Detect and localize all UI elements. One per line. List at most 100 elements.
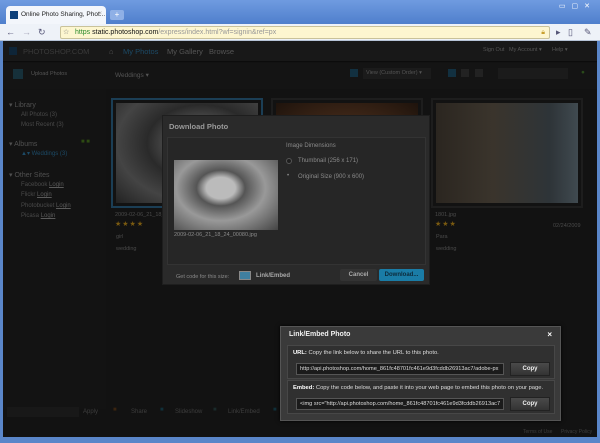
link-embed-icon bbox=[239, 271, 251, 280]
site-photobucket: Photobucket Login bbox=[21, 203, 71, 209]
other-sites-label: Other Sites bbox=[14, 172, 50, 179]
close-icon[interactable]: × bbox=[547, 330, 552, 339]
other-sites-header[interactable]: ▾ Other Sites bbox=[9, 171, 49, 179]
nav-browse[interactable]: Browse bbox=[209, 47, 234, 56]
upload-photos-button[interactable]: Upload Photos bbox=[31, 71, 67, 77]
address-bar[interactable]: ☆ https static.photoshop.com/express/inde… bbox=[60, 26, 550, 39]
photo-tag: wedding bbox=[436, 246, 457, 252]
back-icon[interactable]: ← bbox=[6, 27, 15, 38]
sidebar-most-recent[interactable]: Most Recent (3) bbox=[21, 122, 64, 128]
library-header[interactable]: ▾ Library bbox=[9, 101, 36, 109]
terms-link[interactable]: Terms of Use bbox=[523, 429, 552, 435]
sidebar-album-weddings[interactable]: ▲▾ Weddings (3) bbox=[21, 150, 67, 157]
site-facebook: Facebook Login bbox=[21, 182, 64, 188]
albums-header[interactable]: ▾ Albums bbox=[9, 140, 37, 148]
url-field[interactable]: http://api.photoshop.com/home_861fc48701… bbox=[296, 363, 504, 375]
download-photo-dialog: Download Photo Image Dimensions 2009-02-… bbox=[162, 115, 430, 285]
dialog-body: Image Dimensions 2009-02-06_21_18_24_000… bbox=[167, 137, 426, 265]
url-description: URL: Copy the link below to share the UR… bbox=[293, 350, 439, 356]
play-icon[interactable]: ▸ bbox=[556, 27, 561, 38]
apply-button[interactable]: Apply bbox=[83, 409, 98, 415]
view-order-select[interactable]: View (Custom Order) ▾ bbox=[363, 68, 431, 79]
nav-my-photos[interactable]: My Photos bbox=[123, 47, 158, 56]
radio-original[interactable]: • bbox=[287, 173, 289, 179]
copy-url-button[interactable]: Copy bbox=[510, 362, 550, 376]
album-dropdown[interactable]: Weddings ▾ bbox=[115, 71, 149, 79]
album-label: Weddings (3) bbox=[31, 151, 68, 157]
login-link[interactable]: Login bbox=[49, 182, 64, 188]
nav-my-gallery[interactable]: My Gallery bbox=[167, 47, 203, 56]
close-tab-icon[interactable]: × bbox=[98, 10, 102, 17]
sidebar-all-photos[interactable]: All Photos (3) bbox=[21, 112, 57, 118]
view-icon bbox=[350, 69, 358, 77]
star-icon[interactable]: ☆ bbox=[63, 27, 69, 38]
browser-toolbar: ← → ↻ ☆ https static.photoshop.com/expres… bbox=[0, 24, 600, 41]
tab-title: Online Photo Sharing, Phot... bbox=[21, 11, 106, 18]
search-input[interactable] bbox=[498, 68, 568, 79]
help-menu[interactable]: Help ▾ bbox=[552, 47, 568, 53]
photo-rating[interactable]: ★★★★ bbox=[115, 220, 144, 228]
url-label: URL: bbox=[293, 350, 307, 356]
detail-view-icon[interactable] bbox=[475, 69, 483, 77]
browser-titlebar: Online Photo Sharing, Phot... × + ▭▢✕ bbox=[0, 0, 600, 24]
embed-desc-text: Copy the code below, and paste it into y… bbox=[315, 385, 544, 391]
logo[interactable]: PHOTOSHOP.COM bbox=[23, 47, 89, 56]
refresh-icon[interactable]: ● bbox=[581, 69, 585, 76]
radio-thumbnail[interactable] bbox=[286, 158, 292, 164]
dimensions-label: Image Dimensions bbox=[286, 143, 336, 149]
page-menu-icon[interactable]: ▯ bbox=[568, 27, 573, 38]
sidebar: ▾ Library All Photos (3) Most Recent (3)… bbox=[3, 89, 106, 409]
home-icon[interactable]: ⌂ bbox=[109, 47, 114, 56]
reload-icon[interactable]: ↻ bbox=[38, 27, 46, 38]
site-picasa: Picasa Login bbox=[21, 213, 55, 219]
share-button[interactable]: Share bbox=[131, 409, 147, 415]
download-button[interactable]: Download... bbox=[379, 269, 424, 281]
cancel-button[interactable]: Cancel bbox=[340, 269, 377, 281]
copy-embed-button[interactable]: Copy bbox=[510, 397, 550, 411]
login-link[interactable]: Login bbox=[56, 203, 71, 209]
slideshow-button[interactable]: Slideshow bbox=[175, 409, 202, 415]
photo-card[interactable] bbox=[431, 98, 583, 208]
embed-description: Embed: Copy the code below, and paste it… bbox=[293, 385, 543, 391]
embed-field[interactable]: <img src="http://api.photoshop.com/home_… bbox=[296, 398, 504, 410]
new-tab-button[interactable]: + bbox=[110, 10, 124, 20]
browser-tab[interactable]: Online Photo Sharing, Phot... × bbox=[6, 6, 106, 24]
sign-out-link[interactable]: Sign Out bbox=[483, 47, 504, 53]
url-path: /express/index.html?wf=signin&ref=px bbox=[158, 29, 277, 36]
site-flickr: Flickr Login bbox=[21, 192, 52, 198]
link-embed-button[interactable]: Link/Embed bbox=[256, 273, 290, 279]
dialog-title: Link/Embed Photo bbox=[289, 331, 351, 338]
privacy-link[interactable]: Privacy Policy bbox=[561, 429, 592, 435]
site-name: Facebook bbox=[21, 182, 48, 188]
photo-rating[interactable]: ★★★ bbox=[435, 220, 457, 228]
login-link[interactable]: Login bbox=[41, 213, 56, 219]
photo-tag: girl bbox=[116, 234, 124, 240]
grid-view-icon[interactable] bbox=[448, 69, 456, 77]
my-account-menu[interactable]: My Account ▾ bbox=[509, 47, 542, 53]
photo-preview bbox=[174, 160, 278, 230]
forward-icon[interactable]: → bbox=[22, 27, 31, 38]
tag-input[interactable] bbox=[7, 407, 79, 417]
photo-tag: wedding bbox=[116, 246, 137, 252]
wrench-icon[interactable]: ✎ bbox=[584, 27, 592, 38]
share-icon: ■ bbox=[113, 407, 117, 413]
slideshow-icon: ■ bbox=[160, 407, 164, 413]
photo-thumbnail[interactable] bbox=[436, 103, 578, 203]
upload-icon[interactable] bbox=[13, 69, 23, 79]
login-link[interactable]: Login bbox=[37, 192, 52, 198]
site-name: Flickr bbox=[21, 192, 36, 198]
url-host: static.photoshop.com bbox=[92, 29, 159, 36]
url-desc-text: Copy the link below to share the URL to … bbox=[308, 350, 439, 356]
add-album-icon[interactable]: ■ ■ bbox=[81, 139, 90, 145]
photo-filename: 2009-02-06_21_18_24_00080.jpg bbox=[174, 232, 257, 238]
site-name: Picasa bbox=[21, 213, 40, 219]
link-embed-icon: ■ bbox=[213, 407, 217, 413]
window-controls[interactable]: ▭▢✕ bbox=[559, 2, 596, 10]
option-original-label[interactable]: Original Size (900 x 600) bbox=[298, 174, 364, 180]
dialog-title: Download Photo bbox=[169, 122, 229, 131]
option-thumbnail-label[interactable]: Thumbnail (256 x 171) bbox=[298, 158, 358, 164]
lock-icon: 🔒︎ bbox=[541, 29, 545, 36]
library-label: Library bbox=[14, 102, 36, 109]
list-view-icon[interactable] bbox=[461, 69, 469, 77]
link-embed-button[interactable]: Link/Embed bbox=[228, 409, 260, 415]
